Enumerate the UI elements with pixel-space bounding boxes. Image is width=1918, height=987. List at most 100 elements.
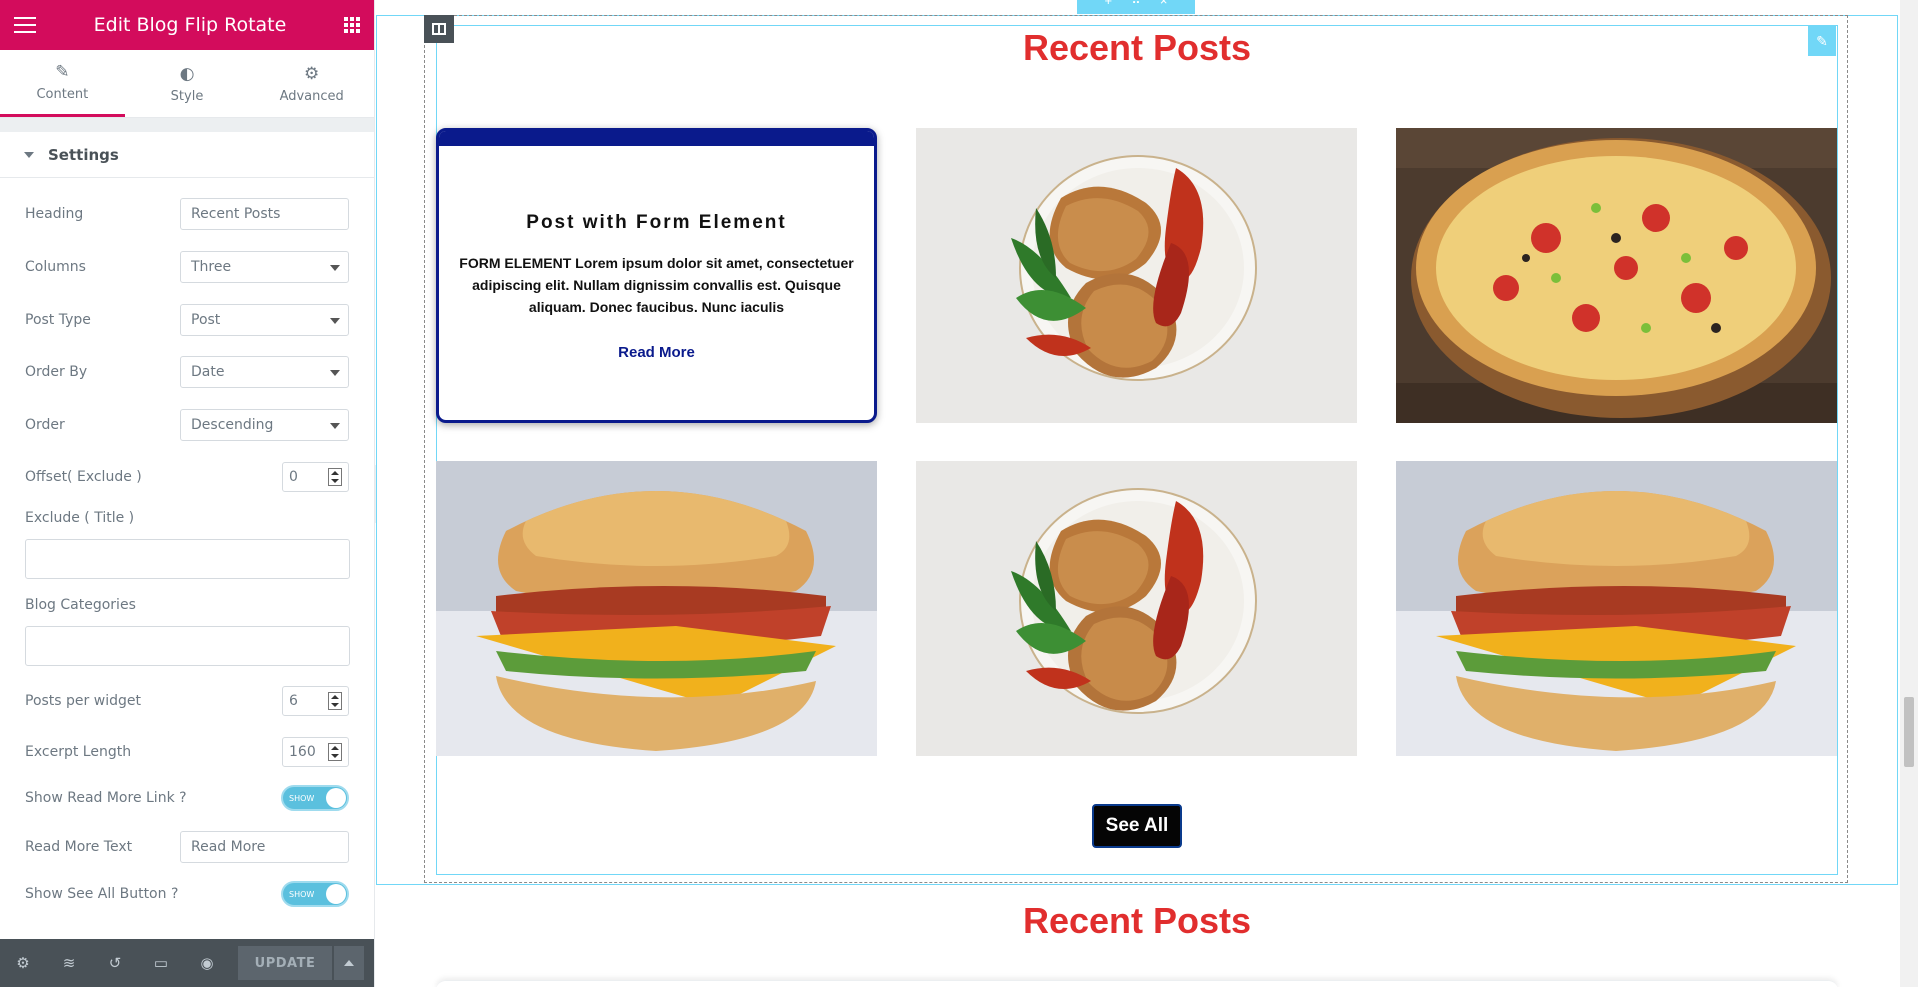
control-label: Order — [25, 417, 65, 433]
heading-input[interactable]: Recent Posts — [180, 198, 349, 230]
control-label: Order By — [25, 364, 88, 380]
tab-content[interactable]: ✎ Content — [0, 50, 125, 117]
stepper-icon[interactable] — [328, 743, 342, 761]
control-label: Offset( Exclude ) — [25, 469, 142, 485]
see-all-button[interactable]: See All — [1092, 804, 1182, 848]
biscuit-sandwich-image — [436, 461, 877, 756]
update-button[interactable]: UPDATE — [238, 946, 332, 980]
widgets-grid-icon[interactable] — [343, 17, 360, 33]
offset-number-input[interactable]: 0 — [282, 462, 349, 492]
add-icon[interactable]: + — [1105, 0, 1113, 8]
update-options-button[interactable] — [334, 946, 364, 980]
stepper-icon[interactable] — [328, 692, 342, 710]
toggle-state: SHOW — [289, 793, 315, 803]
fried-cutlets-image — [916, 461, 1357, 756]
biscuit-sandwich-image — [1396, 461, 1837, 756]
tab-advanced[interactable]: ⚙ Advanced — [249, 50, 374, 117]
control-label: Read More Text — [25, 839, 133, 855]
post-type-select[interactable]: Post — [180, 304, 349, 336]
read-more-text-input[interactable]: Read More — [180, 831, 349, 863]
navigator-layers-icon[interactable]: ≋ — [46, 939, 92, 987]
order-select[interactable]: Descending — [180, 409, 349, 441]
exclude-title-input[interactable] — [25, 539, 350, 579]
columns-select[interactable]: Three — [180, 251, 349, 283]
toggle-state: SHOW — [289, 889, 315, 899]
show-see-all-toggle[interactable]: SHOW — [281, 881, 349, 907]
card-top-bar — [439, 131, 874, 146]
excerpt-length-value: 160 — [289, 744, 316, 760]
close-icon[interactable]: × — [1160, 0, 1168, 8]
control-heading: Heading Recent Posts — [25, 198, 349, 230]
gear-icon: ⚙ — [304, 63, 320, 84]
read-more-link[interactable]: Read More — [439, 344, 874, 361]
responsive-desktop-icon[interactable]: ▭ — [138, 939, 184, 987]
control-label: Heading — [25, 206, 84, 222]
settings-icon[interactable]: ⚙ — [0, 939, 46, 987]
control-read-more-text: Read More Text Read More — [25, 831, 349, 863]
next-widget-card-edge — [436, 980, 1838, 987]
caret-down-icon — [24, 151, 34, 158]
control-order: Order Descending — [25, 409, 349, 441]
panel-tabs: ✎ Content ◐ Style ⚙ Advanced — [0, 50, 374, 118]
tab-label: Content — [36, 87, 89, 102]
control-label: Columns — [25, 259, 86, 275]
editor-panel: Edit Blog Flip Rotate ✎ Content ◐ Style … — [0, 0, 375, 987]
control-label: Excerpt Length — [25, 744, 132, 760]
stepper-icon[interactable] — [328, 468, 342, 486]
post-card-image[interactable] — [916, 461, 1357, 756]
control-show-read-more: Show Read More Link ? SHOW — [25, 785, 349, 811]
chevron-up-icon — [344, 960, 354, 966]
excerpt-length-input[interactable]: 160 — [282, 737, 349, 767]
preview-eye-icon[interactable]: ◉ — [184, 939, 230, 987]
control-label: Post Type — [25, 312, 91, 328]
posts-per-widget-value: 6 — [289, 693, 298, 709]
preview-canvas: + ⠿ × ✎ Recent Posts Post with Form Elem… — [376, 0, 1918, 987]
fried-cutlets-image — [916, 128, 1357, 423]
show-read-more-toggle[interactable]: SHOW — [281, 785, 349, 811]
control-label: Show See All Button ? — [25, 886, 179, 902]
control-excerpt-length: Excerpt Length 160 — [25, 737, 349, 767]
history-icon[interactable]: ↺ — [92, 939, 138, 987]
control-label: Show Read More Link ? — [25, 790, 187, 806]
post-title: Post with Form Element — [526, 212, 787, 233]
post-card-image[interactable] — [436, 461, 877, 756]
tab-spacer — [0, 118, 374, 132]
scrollbar-thumb[interactable] — [1904, 697, 1914, 767]
canvas-scrollbar[interactable] — [1900, 0, 1918, 987]
post-card-image[interactable] — [1396, 461, 1837, 756]
settings-section-toggle[interactable]: Settings — [0, 132, 374, 178]
control-columns: Columns Three — [25, 251, 349, 283]
pizza-image — [1396, 128, 1837, 423]
toggle-knob — [326, 884, 346, 904]
control-order-by: Order By Date — [25, 356, 349, 388]
control-offset: Offset( Exclude ) 0 — [25, 462, 349, 492]
tab-style[interactable]: ◐ Style — [125, 50, 250, 117]
panel-title: Edit Blog Flip Rotate — [93, 14, 287, 36]
offset-value: 0 — [289, 469, 298, 485]
menu-icon[interactable] — [14, 17, 36, 33]
blog-categories-input[interactable] — [25, 626, 350, 666]
control-posts-per-widget: Posts per widget 6 — [25, 686, 349, 716]
half-circle-icon: ◐ — [179, 63, 195, 84]
post-excerpt: FORM ELEMENT Lorem ipsum dolor sit amet,… — [459, 255, 854, 315]
widget-heading: Recent Posts — [1022, 27, 1252, 68]
tab-label: Advanced — [279, 88, 344, 104]
exclude-title-label: Exclude ( Title ) — [25, 510, 135, 526]
pencil-icon: ✎ — [55, 62, 70, 82]
tab-label: Style — [170, 88, 204, 104]
post-card-flipped[interactable]: Post with Form Element FORM ELEMENT Lore… — [436, 128, 877, 423]
drag-icon[interactable]: ⠿ — [1131, 0, 1141, 8]
posts-per-widget-input[interactable]: 6 — [282, 686, 349, 716]
panel-footer: ⚙ ≋ ↺ ▭ ◉ UPDATE — [0, 939, 374, 987]
control-label: Posts per widget — [25, 693, 141, 709]
control-post-type: Post Type Post — [25, 304, 349, 336]
post-card-image[interactable] — [916, 128, 1357, 423]
widget-heading-2: Recent Posts — [1022, 900, 1252, 941]
order-by-select[interactable]: Date — [180, 356, 349, 388]
blog-categories-label: Blog Categories — [25, 597, 136, 613]
post-card-image[interactable] — [1396, 128, 1837, 423]
toggle-knob — [326, 788, 346, 808]
section-title: Settings — [48, 145, 119, 164]
panel-header: Edit Blog Flip Rotate — [0, 0, 374, 50]
section-handle[interactable]: + ⠿ × — [1077, 0, 1195, 14]
